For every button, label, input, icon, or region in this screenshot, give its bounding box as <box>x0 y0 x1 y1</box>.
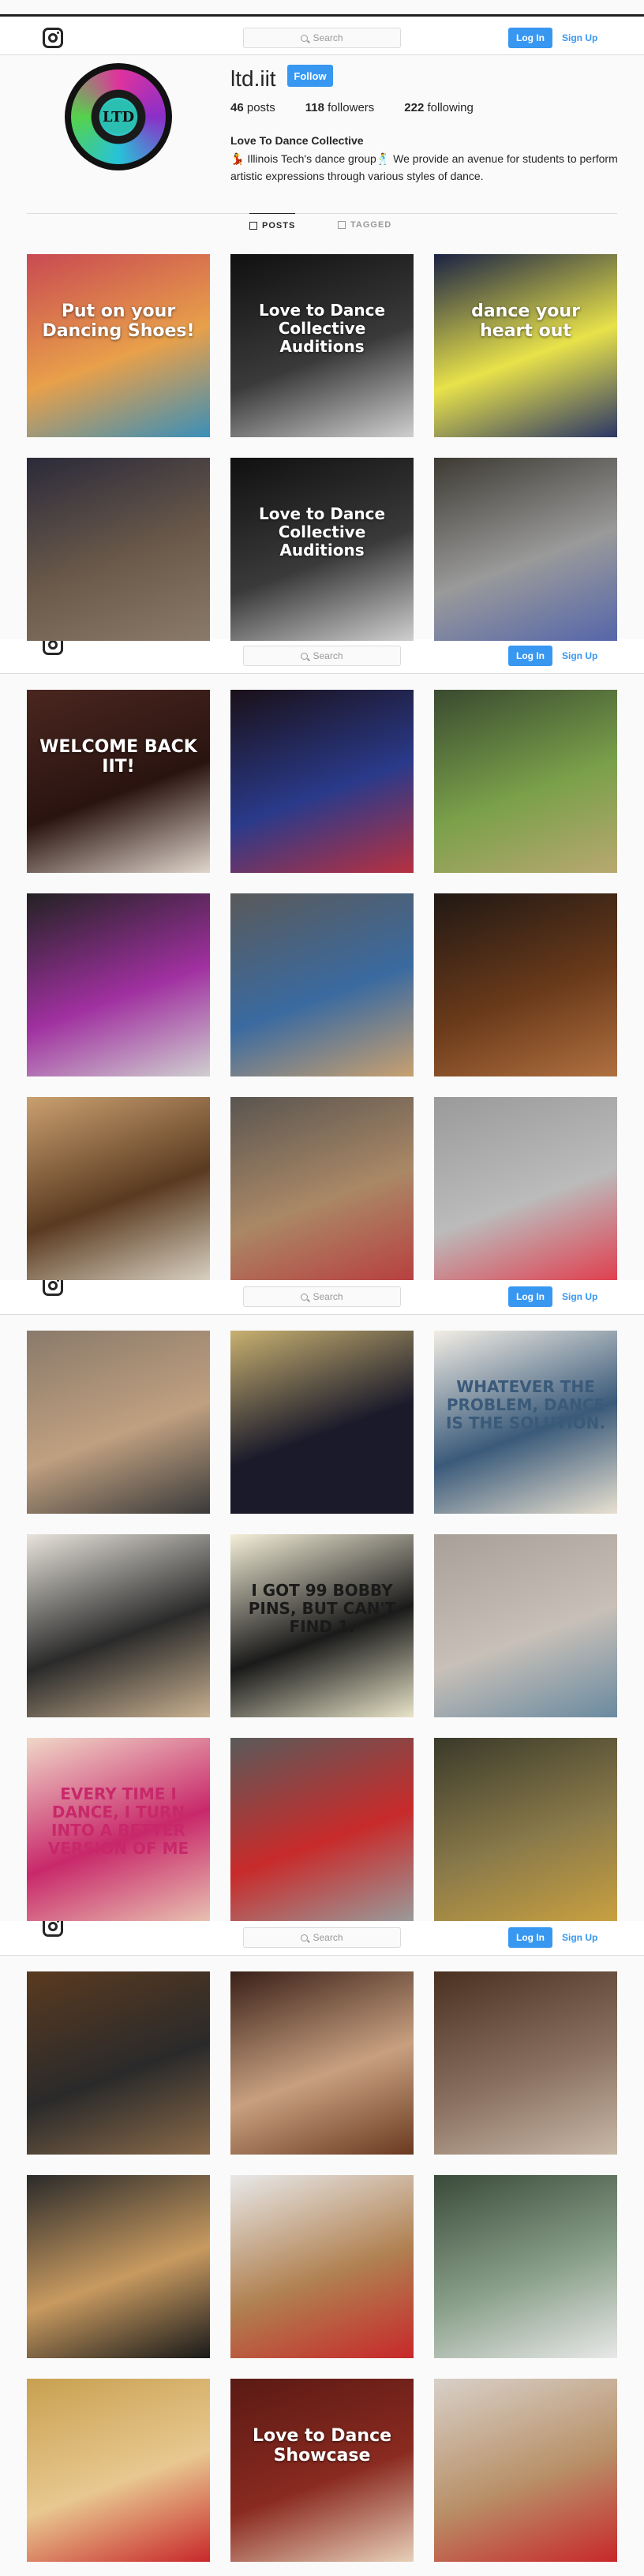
top-navbar-segment-4: Search Log In Sign Up <box>0 1916 644 1956</box>
post-caption: EVERY TIME I DANCE, I TURN INTO A BETTER… <box>47 1784 189 1858</box>
post-tile[interactable] <box>27 2379 210 2562</box>
post-tile[interactable] <box>434 1097 617 1280</box>
post-tile[interactable] <box>27 2175 210 2358</box>
search-icon <box>301 34 309 42</box>
tab-posts[interactable]: POSTS <box>249 213 296 237</box>
post-caption: dance your heart out <box>471 301 580 342</box>
post-tile[interactable] <box>434 690 617 873</box>
post-tile[interactable]: WHATEVER THE PROBLEM, DANCE IS THE SOLUT… <box>434 1331 617 1514</box>
post-caption: Put on your Dancing Shoes! <box>42 301 195 342</box>
profile-username: ltd.iit <box>230 66 276 91</box>
login-button[interactable]: Log In <box>508 1927 552 1948</box>
post-tile[interactable]: I GOT 99 BOBBY PINS, BUT CAN'T FIND 1. <box>230 1534 414 1717</box>
post-tile[interactable] <box>27 458 210 641</box>
login-button[interactable]: Log In <box>508 1286 552 1307</box>
post-tile[interactable] <box>434 458 617 641</box>
post-tile[interactable] <box>27 1971 210 2155</box>
post-tile[interactable]: dance your heart out <box>434 254 617 437</box>
post-tile[interactable] <box>27 1331 210 1514</box>
post-tile[interactable] <box>230 1738 414 1921</box>
post-tile[interactable]: Love to Dance Collective Auditions <box>230 458 414 641</box>
followers-stat[interactable]: 118 followers <box>305 101 375 114</box>
post-tile[interactable]: Love to Dance Collective Auditions <box>230 254 414 437</box>
tab-tagged[interactable]: TAGGED <box>338 213 391 237</box>
post-tile[interactable] <box>27 1534 210 1717</box>
search-input[interactable]: Search <box>243 646 401 666</box>
post-tile[interactable] <box>230 2175 414 2358</box>
post-caption: Love to Dance Collective Auditions <box>258 504 386 560</box>
post-tile[interactable]: Put on your Dancing Shoes! <box>27 254 210 437</box>
post-tile[interactable] <box>230 1971 414 2155</box>
post-tile[interactable] <box>230 893 414 1076</box>
posts-stat: 46 posts <box>230 101 275 114</box>
post-tile[interactable] <box>230 690 414 873</box>
post-tile[interactable] <box>434 1738 617 1921</box>
bio-text: 💃 Illinois Tech's dance group🕺 We provid… <box>230 152 618 182</box>
avatar-logo-text: LTD <box>99 99 137 134</box>
signup-link[interactable]: Sign Up <box>562 646 597 666</box>
post-tile[interactable] <box>230 1097 414 1280</box>
post-tile[interactable] <box>434 1534 617 1717</box>
tag-icon <box>338 221 346 229</box>
search-input[interactable]: Search <box>243 28 401 48</box>
post-tile[interactable]: EVERY TIME I DANCE, I TURN INTO A BETTER… <box>27 1738 210 1921</box>
top-navbar: Search Log In Sign Up <box>0 14 644 55</box>
top-navbar-segment-3: Search Log In Sign Up <box>0 1275 644 1315</box>
search-icon <box>301 1293 309 1301</box>
post-tile[interactable] <box>27 893 210 1076</box>
post-tile[interactable] <box>27 1097 210 1280</box>
post-caption: Love to Dance Showcase <box>252 2426 392 2466</box>
post-tile[interactable] <box>434 2379 617 2562</box>
post-caption: Love to Dance Collective Auditions <box>258 301 386 356</box>
top-navbar-segment-2: Search Log In Sign Up <box>0 635 644 674</box>
post-tile[interactable] <box>434 893 617 1076</box>
follow-button[interactable]: Follow <box>287 65 333 87</box>
post-caption: I GOT 99 BOBBY PINS, BUT CAN'T FIND 1. <box>248 1581 396 1636</box>
post-tile[interactable]: Love to Dance Showcase <box>230 2379 414 2562</box>
search-input[interactable]: Search <box>243 1286 401 1307</box>
post-tile[interactable]: WELCOME BACK IIT! <box>27 690 210 873</box>
login-button[interactable]: Log In <box>508 28 552 48</box>
post-tile[interactable] <box>434 2175 617 2358</box>
profile-stats: 46 posts 118 followers 222 following <box>230 101 474 114</box>
search-icon <box>301 652 309 660</box>
search-icon <box>301 1934 309 1941</box>
bio-name: Love To Dance Collective <box>230 134 364 147</box>
profile-tabs: POSTS TAGGED <box>0 213 644 237</box>
signup-link[interactable]: Sign Up <box>562 1927 597 1948</box>
signup-link[interactable]: Sign Up <box>562 28 597 48</box>
following-stat[interactable]: 222 following <box>404 101 474 114</box>
post-tile[interactable] <box>230 1331 414 1514</box>
post-caption: WHATEVER THE PROBLEM, DANCE IS THE SOLUT… <box>446 1377 605 1432</box>
signup-link[interactable]: Sign Up <box>562 1286 597 1307</box>
login-button[interactable]: Log In <box>508 646 552 666</box>
instagram-icon[interactable] <box>43 28 63 48</box>
search-input[interactable]: Search <box>243 1927 401 1948</box>
post-caption: WELCOME BACK IIT! <box>39 737 197 777</box>
post-tile[interactable] <box>434 1971 617 2155</box>
avatar[interactable]: LTD <box>65 63 172 170</box>
grid-icon <box>249 221 257 230</box>
